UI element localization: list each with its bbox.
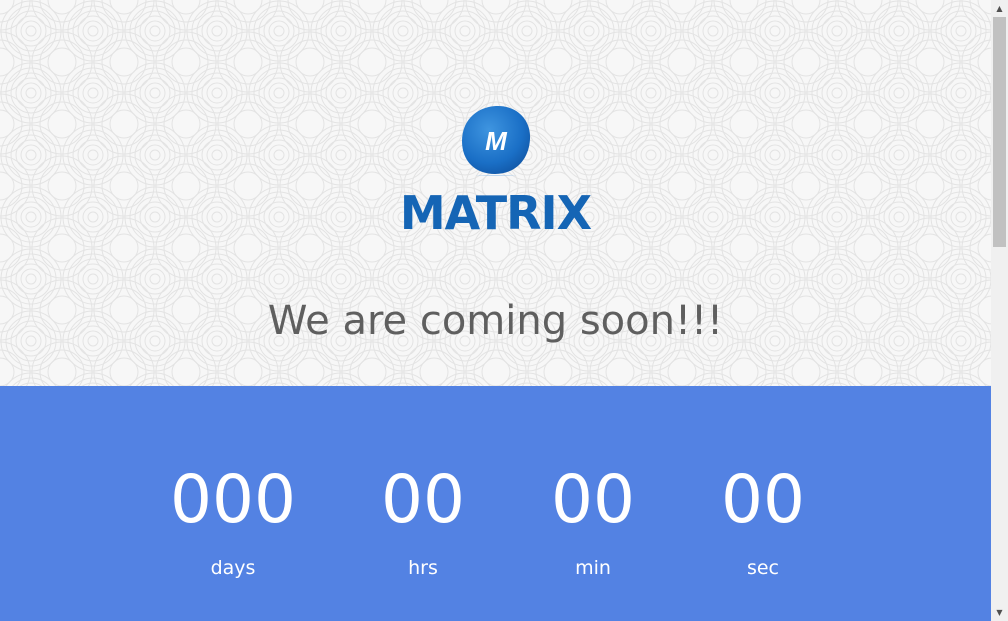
- countdown-days: 000 days: [153, 462, 313, 580]
- coming-soon-page: M MATRIX We are coming soon!!! 000 days …: [0, 0, 991, 621]
- logo-letter: M: [485, 126, 508, 156]
- brand-name: MATRIX: [399, 186, 592, 240]
- countdown-seconds: 00 sec: [683, 462, 843, 580]
- seconds-value: 00: [721, 461, 805, 538]
- minutes-value: 00: [551, 461, 635, 538]
- minutes-label: min: [575, 557, 611, 579]
- hours-value: 00: [381, 461, 465, 538]
- coming-soon-heading: We are coming soon!!!: [267, 298, 724, 344]
- countdown-hours: 00 hrs: [343, 462, 503, 580]
- seconds-label: sec: [746, 557, 780, 579]
- triangle-down-icon: ▼: [996, 608, 1003, 617]
- scroll-up-button[interactable]: ▲: [991, 0, 1008, 17]
- hours-label: hrs: [408, 557, 438, 579]
- countdown-timer: 000 days 00 hrs 00 min 00 sec: [0, 386, 991, 621]
- triangle-up-icon: ▲: [996, 4, 1003, 13]
- days-value: 000: [170, 461, 296, 538]
- countdown-minutes: 00 min: [513, 462, 673, 580]
- scrollbar-thumb[interactable]: [993, 17, 1006, 247]
- vertical-scrollbar[interactable]: ▲ ▼: [991, 0, 1008, 621]
- browser-viewport: M MATRIX We are coming soon!!! 000 days …: [0, 0, 1008, 621]
- days-label: days: [210, 557, 256, 579]
- logo-badge-icon: M: [462, 105, 531, 176]
- hero-section: M MATRIX We are coming soon!!!: [0, 0, 991, 386]
- scroll-down-button[interactable]: ▼: [991, 604, 1008, 621]
